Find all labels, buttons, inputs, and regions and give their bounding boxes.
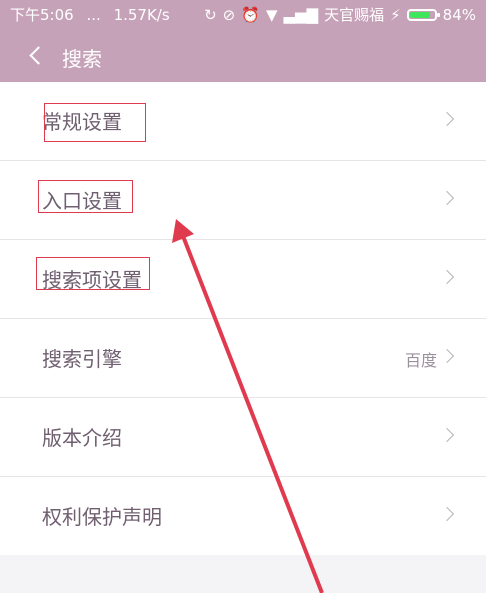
chevron-right-icon: [439, 427, 455, 443]
settings-item-entry[interactable]: 入口设置: [0, 161, 486, 240]
back-button[interactable]: [24, 40, 54, 72]
settings-item-label: 常规设置: [42, 110, 122, 134]
status-time: 下午5:06: [10, 6, 74, 24]
status-right: ↻ ⊘ ⏰ ▼ ▃▅▇ 天官赐福 ⚡ 84%: [198, 0, 476, 30]
page-title: 搜索: [62, 47, 102, 71]
status-left: 下午5:06 ... 1.57K/s: [10, 0, 178, 30]
settings-item-general[interactable]: 常规设置: [0, 82, 486, 161]
battery-icon: [406, 9, 440, 21]
mute-icon: ⊘: [222, 6, 236, 24]
status-dots: ...: [86, 6, 101, 24]
charging-icon: ⚡: [390, 6, 401, 24]
settings-item-search-items[interactable]: 搜索项设置: [0, 240, 486, 319]
settings-item-label: 入口设置: [42, 189, 122, 213]
settings-list: 常规设置 入口设置 搜索项设置 搜索引擎 百度 版本介绍 权利保护声明: [0, 82, 486, 555]
chevron-right-icon: [439, 111, 455, 127]
chevron-right-icon: [439, 269, 455, 285]
wifi-icon: ▼: [265, 6, 278, 24]
settings-item-label: 搜索引擎: [42, 347, 122, 371]
title-bar: 搜索: [0, 34, 486, 78]
chevron-right-icon: [439, 506, 455, 522]
carrier-name: 天官赐福: [324, 6, 385, 24]
search-engine-value: 百度: [404, 351, 437, 370]
settings-item-label: 权利保护声明: [42, 505, 162, 529]
settings-item-label: 搜索项设置: [42, 268, 142, 292]
battery-percent: 84%: [442, 6, 476, 24]
settings-item-search-engine[interactable]: 搜索引擎 百度: [0, 319, 486, 398]
chevron-right-icon: [439, 190, 455, 206]
chevron-right-icon: [439, 348, 455, 364]
status-bar: 下午5:06 ... 1.57K/s ↻ ⊘ ⏰ ▼ ▃▅▇ 天官赐福 ⚡ 84…: [0, 0, 486, 30]
battery-fill: [409, 12, 430, 18]
network-speed: 1.57K/s: [113, 6, 170, 24]
signal-icon: ▃▅▇: [283, 6, 319, 24]
settings-item-rights[interactable]: 权利保护声明: [0, 477, 486, 555]
settings-item-label: 版本介绍: [42, 426, 122, 450]
app-header: 下午5:06 ... 1.57K/s ↻ ⊘ ⏰ ▼ ▃▅▇ 天官赐福 ⚡ 84…: [0, 0, 486, 82]
alarm-icon: ⏰: [241, 6, 260, 24]
settings-item-version[interactable]: 版本介绍: [0, 398, 486, 477]
sync-icon: ↻: [204, 6, 217, 24]
